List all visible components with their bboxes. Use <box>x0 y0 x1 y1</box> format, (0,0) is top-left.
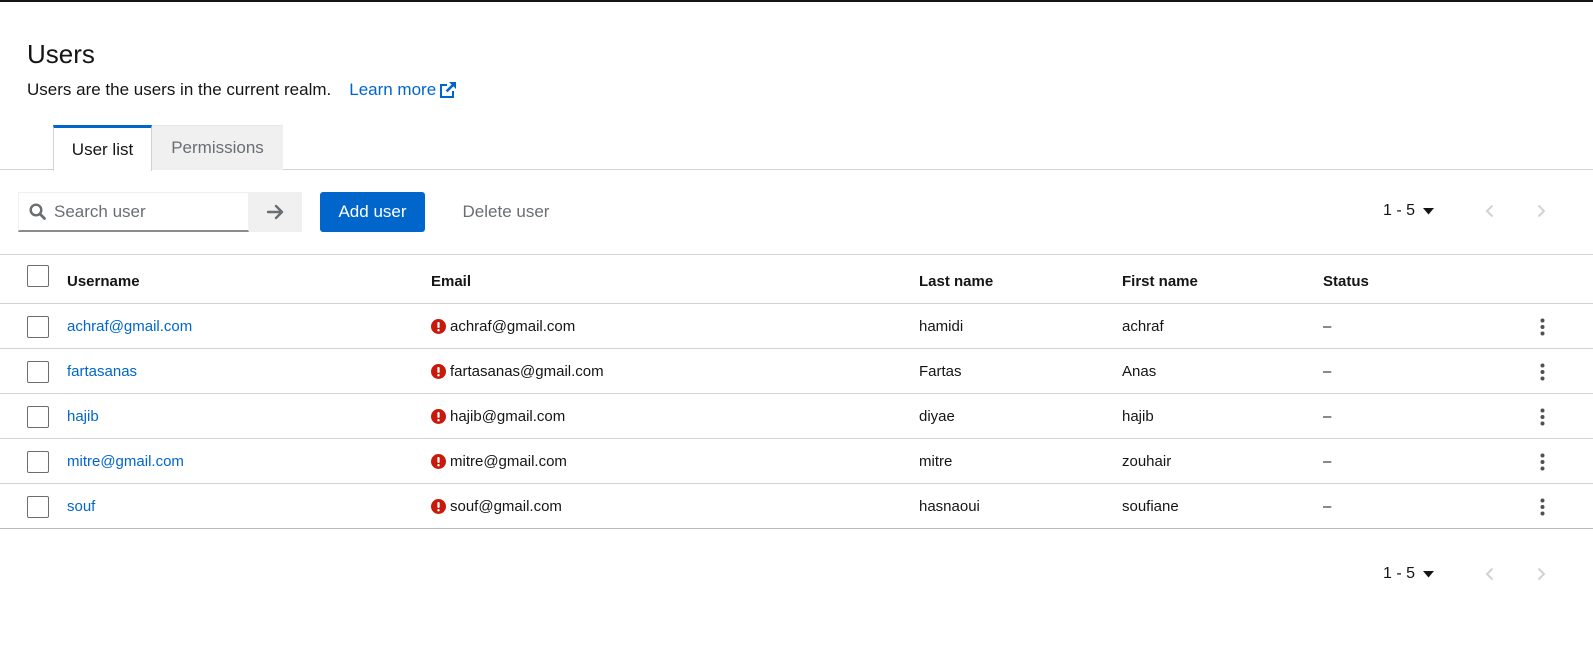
email-cell: hajib@gmail.com <box>431 408 565 425</box>
column-header-username[interactable]: Username <box>67 273 140 290</box>
row-actions-kebab-icon[interactable] <box>1532 496 1552 518</box>
exclamation-circle-icon <box>431 364 446 379</box>
add-user-button[interactable]: Add user <box>320 192 425 232</box>
column-header-first-name[interactable]: First name <box>1122 273 1198 290</box>
row-actions-kebab-icon[interactable] <box>1532 406 1552 428</box>
chevron-left-icon <box>1485 567 1493 581</box>
status-cell: – <box>1323 408 1332 425</box>
tab-permissions-label: Permissions <box>171 138 264 157</box>
table-row: achraf@gmail.com achraf@gmail.com hamidi… <box>0 304 1593 349</box>
email-text: fartasanas@gmail.com <box>450 363 604 380</box>
delete-user-button[interactable]: Delete user <box>443 192 569 232</box>
email-text: achraf@gmail.com <box>450 318 576 335</box>
per-page-toggle[interactable]: 1 - 5 <box>1383 202 1435 220</box>
previous-page-button[interactable] <box>1463 567 1515 581</box>
page-range-label: 1 - 5 <box>1383 202 1416 219</box>
page-title: Users <box>27 39 95 69</box>
row-actions-kebab-icon[interactable] <box>1532 451 1552 473</box>
users-table: Username Email Last name First name Stat… <box>0 255 1593 529</box>
learn-more-link[interactable]: Learn more <box>349 80 457 100</box>
chevron-left-icon <box>1485 204 1493 218</box>
username-link[interactable]: fartasanas <box>67 363 137 380</box>
search-input[interactable] <box>54 201 234 222</box>
page-range-label: 1 - 5 <box>1383 565 1416 582</box>
exclamation-circle-icon <box>431 499 446 514</box>
row-actions-kebab-icon[interactable] <box>1532 316 1552 338</box>
pagination-bottom: 1 - 5 <box>1383 565 1567 583</box>
username-link[interactable]: souf <box>67 498 95 515</box>
status-cell: – <box>1323 318 1332 335</box>
column-header-status: Status <box>1323 273 1369 290</box>
email-cell: mitre@gmail.com <box>431 453 567 470</box>
column-header-last-name[interactable]: Last name <box>919 273 993 290</box>
page-description-text: Users are the users in the current realm… <box>27 80 332 99</box>
last-name-cell: diyae <box>919 408 955 425</box>
per-page-toggle[interactable]: 1 - 5 <box>1383 565 1435 583</box>
page-description: Users are the users in the current realm… <box>27 80 457 100</box>
table-row: souf souf@gmail.com hasnaoui soufiane – <box>0 484 1593 529</box>
row-checkbox[interactable] <box>27 496 49 518</box>
tab-bar: User list Permissions <box>0 125 1593 171</box>
pagination-top: 1 - 5 <box>1383 202 1567 220</box>
next-page-button[interactable] <box>1515 567 1567 581</box>
last-name-cell: mitre <box>919 453 953 470</box>
tab-user-list-label: User list <box>71 139 134 159</box>
email-cell: fartasanas@gmail.com <box>431 363 604 380</box>
table-row: hajib hajib@gmail.com diyae hajib – <box>0 394 1593 439</box>
email-text: souf@gmail.com <box>450 498 562 515</box>
last-name-cell: Fartas <box>919 363 962 380</box>
chevron-right-icon <box>1537 567 1545 581</box>
learn-more-label: Learn more <box>349 80 437 99</box>
status-cell: – <box>1323 498 1332 515</box>
row-checkbox[interactable] <box>27 316 49 338</box>
select-all-checkbox[interactable] <box>27 265 49 287</box>
next-page-button[interactable] <box>1515 204 1567 218</box>
page-header: Users Users are the users in the current… <box>27 38 457 100</box>
arrow-right-icon <box>266 204 283 220</box>
email-cell: souf@gmail.com <box>431 498 562 515</box>
tab-user-list[interactable]: User list <box>53 125 152 171</box>
email-text: mitre@gmail.com <box>450 453 567 470</box>
tab-permissions[interactable]: Permissions <box>152 125 283 170</box>
exclamation-circle-icon <box>431 409 446 424</box>
row-checkbox[interactable] <box>27 361 49 383</box>
first-name-cell: hajib <box>1122 408 1154 425</box>
row-checkbox[interactable] <box>27 406 49 428</box>
table-row: fartasanas fartasanas@gmail.com Fartas A… <box>0 349 1593 394</box>
email-cell: achraf@gmail.com <box>431 318 575 335</box>
caret-down-icon <box>1423 570 1435 577</box>
top-border <box>0 0 1593 2</box>
username-link[interactable]: achraf@gmail.com <box>67 318 192 335</box>
first-name-cell: Anas <box>1122 363 1157 380</box>
first-name-cell: soufiane <box>1122 498 1179 515</box>
username-link[interactable]: mitre@gmail.com <box>67 453 184 470</box>
column-header-email[interactable]: Email <box>431 273 471 290</box>
first-name-cell: zouhair <box>1122 453 1172 470</box>
status-cell: – <box>1323 453 1332 470</box>
exclamation-circle-icon <box>431 319 446 334</box>
exclamation-circle-icon <box>431 454 446 469</box>
table-header: Username Email Last name First name Stat… <box>0 255 1593 304</box>
search-submit-button[interactable] <box>249 192 302 232</box>
search-icon <box>29 203 46 220</box>
previous-page-button[interactable] <box>1463 204 1515 218</box>
last-name-cell: hamidi <box>919 318 964 335</box>
chevron-right-icon <box>1537 204 1545 218</box>
last-name-cell: hasnaoui <box>919 498 980 515</box>
table-row: mitre@gmail.com mitre@gmail.com mitre zo… <box>0 439 1593 484</box>
external-link-icon <box>440 82 457 98</box>
username-link[interactable]: hajib <box>67 408 99 425</box>
row-checkbox[interactable] <box>27 451 49 473</box>
first-name-cell: achraf <box>1122 318 1164 335</box>
search-box <box>18 192 249 232</box>
email-text: hajib@gmail.com <box>450 408 566 425</box>
caret-down-icon <box>1423 207 1435 214</box>
status-cell: – <box>1323 363 1332 380</box>
row-actions-kebab-icon[interactable] <box>1532 361 1552 383</box>
toolbar: Add user Delete user 1 - 5 <box>0 170 1593 255</box>
